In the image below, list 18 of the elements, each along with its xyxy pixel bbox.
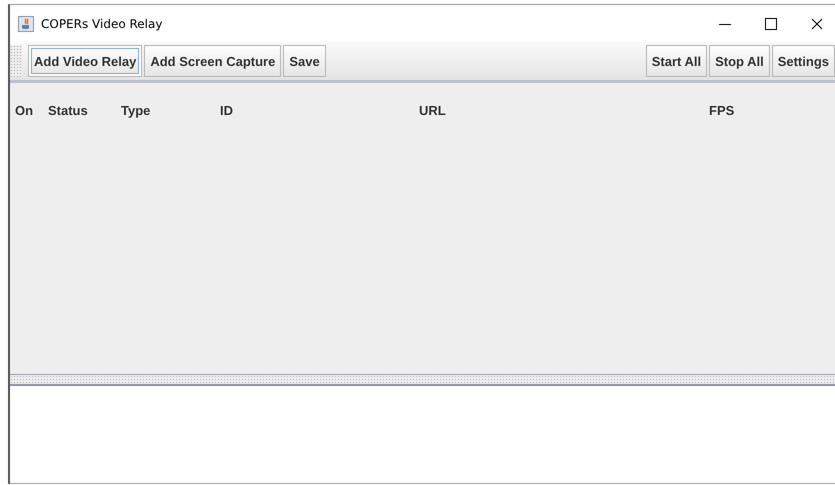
close-icon[interactable] xyxy=(811,18,823,30)
column-header[interactable]: FPS xyxy=(709,103,734,118)
toolbar-button[interactable]: Add Video Relay xyxy=(28,45,142,77)
splitter-handle[interactable] xyxy=(10,375,835,386)
toolbar-button[interactable]: Start All xyxy=(646,45,708,77)
toolbar-button[interactable]: Add Screen Capture xyxy=(144,45,282,77)
column-header[interactable]: URL xyxy=(419,103,709,118)
toolbar-button[interactable]: Settings xyxy=(772,45,835,77)
toolbar-button[interactable]: Save xyxy=(283,45,326,77)
column-header[interactable]: ID xyxy=(220,103,419,118)
window-title: COPERs Video Relay xyxy=(41,16,162,30)
column-header[interactable]: Type xyxy=(121,103,220,118)
maximize-icon[interactable] xyxy=(765,18,777,30)
column-header[interactable]: On xyxy=(15,103,48,118)
column-header[interactable]: Status xyxy=(48,103,121,118)
toolbar-button[interactable]: Stop All xyxy=(709,45,770,77)
toolbar-grip[interactable] xyxy=(10,45,22,77)
coffee-cup-icon xyxy=(18,16,34,32)
